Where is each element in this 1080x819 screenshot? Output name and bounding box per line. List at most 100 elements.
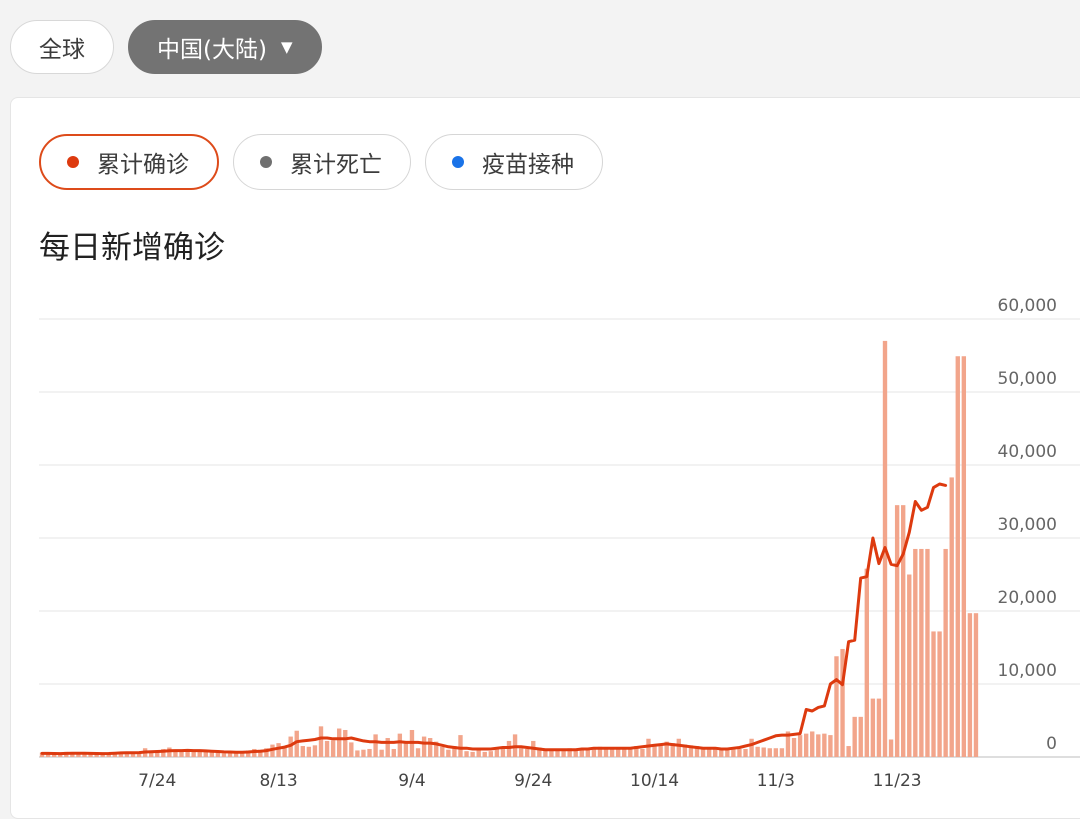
bar bbox=[312, 745, 318, 757]
bar bbox=[870, 698, 876, 757]
bar bbox=[215, 752, 221, 757]
bar bbox=[894, 505, 900, 757]
region-dropdown-label: 中国(大陆) bbox=[157, 37, 267, 63]
global-button-label: 全球 bbox=[39, 37, 85, 63]
y-tick-label: 60,000 bbox=[998, 296, 1057, 316]
bar bbox=[464, 751, 469, 757]
daily-cases-chart: 0 10,000 20,000 30,000 40,000 50,000 60,000 7/2… bbox=[39, 296, 1080, 791]
bar bbox=[403, 742, 409, 757]
bar bbox=[846, 746, 851, 757]
bar bbox=[446, 749, 451, 757]
bar bbox=[379, 749, 384, 757]
bar bbox=[937, 631, 942, 757]
x-tick-label: 11/23 bbox=[873, 771, 922, 791]
bar bbox=[330, 740, 336, 757]
bar bbox=[919, 548, 924, 757]
bar bbox=[337, 728, 342, 757]
bar bbox=[397, 733, 403, 757]
bar bbox=[888, 739, 894, 757]
global-button[interactable]: 全球 bbox=[10, 20, 114, 74]
bar bbox=[227, 753, 233, 757]
bar bbox=[640, 748, 645, 757]
scope-selector: 全球 中国(大陆) ▼ bbox=[10, 20, 322, 76]
bar bbox=[646, 738, 651, 757]
bar bbox=[306, 746, 312, 757]
bar bbox=[276, 743, 281, 757]
bar bbox=[518, 748, 524, 757]
bar bbox=[355, 750, 360, 757]
bar bbox=[676, 738, 681, 757]
bar bbox=[482, 751, 487, 757]
bar bbox=[973, 613, 979, 757]
bar bbox=[749, 738, 754, 757]
series-line bbox=[40, 482, 948, 756]
bar bbox=[761, 747, 766, 757]
bar bbox=[282, 747, 287, 757]
bar bbox=[349, 742, 354, 757]
bar bbox=[470, 751, 475, 757]
bar bbox=[361, 749, 366, 757]
bar bbox=[658, 745, 663, 757]
bar bbox=[810, 731, 815, 757]
bar bbox=[961, 356, 967, 757]
bar bbox=[876, 698, 882, 757]
bar bbox=[931, 631, 936, 757]
bar bbox=[391, 748, 396, 757]
bar bbox=[300, 746, 305, 757]
bar bbox=[816, 734, 821, 757]
bar bbox=[913, 548, 918, 757]
bar bbox=[803, 733, 809, 757]
y-tick-label: 20,000 bbox=[998, 588, 1057, 608]
bar bbox=[791, 738, 797, 757]
bar bbox=[318, 726, 324, 757]
bar bbox=[737, 748, 742, 757]
bar bbox=[755, 746, 760, 757]
bar bbox=[343, 729, 348, 757]
x-tick-label: 7/24 bbox=[138, 771, 176, 791]
bar bbox=[324, 740, 330, 757]
bar bbox=[773, 748, 779, 757]
bar bbox=[797, 735, 803, 757]
bar bbox=[427, 738, 433, 757]
bar bbox=[415, 748, 421, 757]
bar bbox=[367, 748, 372, 757]
bar bbox=[822, 733, 827, 757]
x-tick-label: 10/14 bbox=[630, 771, 679, 791]
x-tick-label: 8/13 bbox=[259, 771, 297, 791]
chevron-down-icon: ▼ bbox=[280, 38, 293, 56]
bar bbox=[440, 746, 445, 757]
x-tick-label: 11/3 bbox=[757, 771, 795, 791]
bar bbox=[209, 752, 215, 757]
bar bbox=[476, 750, 481, 757]
bar bbox=[767, 748, 772, 757]
x-tick-label: 9/24 bbox=[514, 771, 552, 791]
bar bbox=[955, 356, 960, 757]
region-dropdown[interactable]: 中国(大陆) ▼ bbox=[128, 20, 322, 74]
y-tick-label: 30,000 bbox=[998, 515, 1057, 535]
x-tick-label: 9/4 bbox=[398, 771, 425, 791]
bar bbox=[779, 748, 785, 757]
bar bbox=[925, 548, 930, 757]
bar bbox=[652, 745, 657, 757]
bar bbox=[907, 574, 912, 757]
bar bbox=[828, 735, 833, 757]
bar bbox=[852, 716, 857, 757]
y-tick-label: 50,000 bbox=[998, 369, 1057, 389]
bar bbox=[494, 748, 500, 757]
chart-card: 累计确诊 累计死亡 疫苗接种 每日新增确诊 0 10,000 20,000 30,00… bbox=[10, 97, 1080, 819]
bar bbox=[385, 738, 390, 757]
bar bbox=[949, 477, 954, 757]
bar bbox=[421, 736, 427, 757]
bar bbox=[834, 656, 839, 757]
y-tick-label: 10,000 bbox=[998, 661, 1057, 681]
y-tick-label: 40,000 bbox=[998, 442, 1057, 462]
bar bbox=[500, 748, 506, 757]
bar bbox=[858, 716, 863, 757]
bar bbox=[525, 748, 530, 757]
bar bbox=[901, 505, 906, 757]
bar bbox=[488, 751, 493, 757]
bar bbox=[967, 613, 973, 757]
bar bbox=[203, 751, 208, 757]
bar bbox=[864, 568, 869, 757]
bar bbox=[458, 735, 463, 757]
